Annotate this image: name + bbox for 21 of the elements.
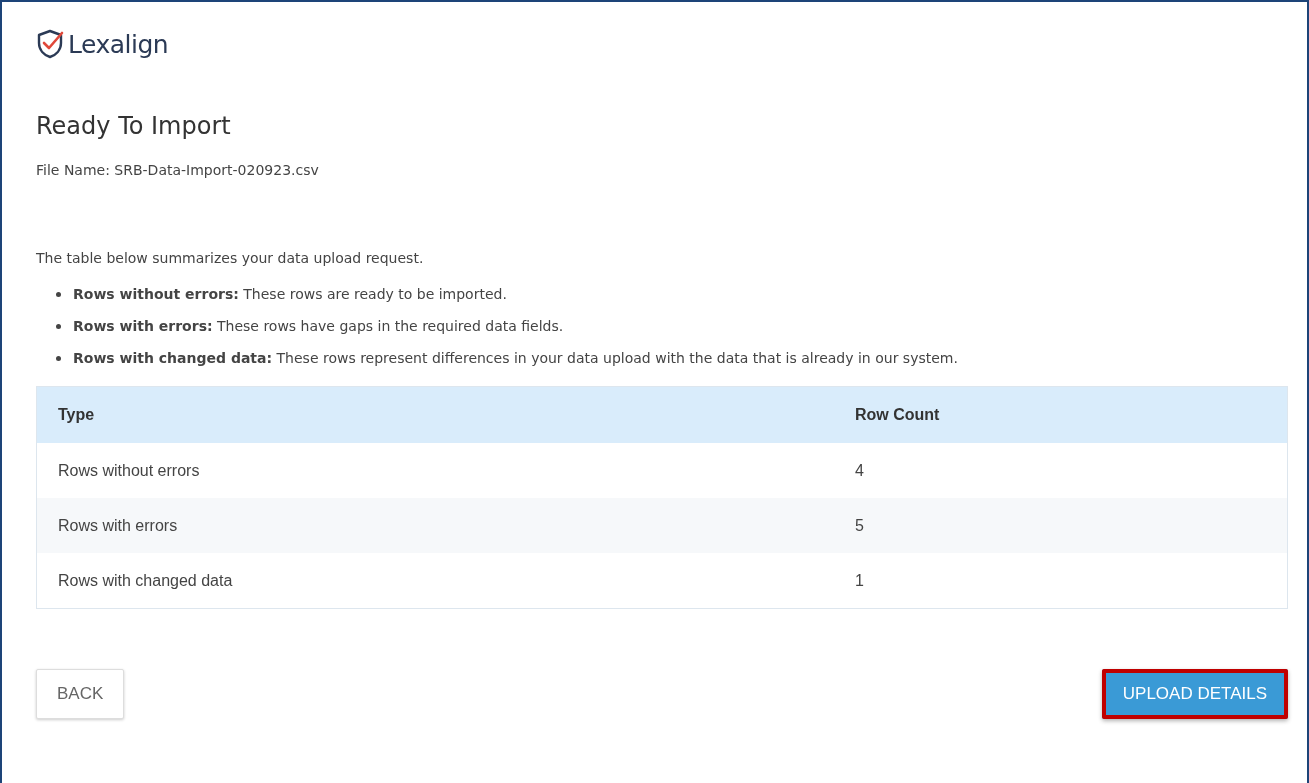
table-cell-text: 4 (855, 461, 865, 480)
logo-text: Lexalign (68, 29, 169, 59)
file-name: File Name: SRB-Data-Import-020923.csv (36, 162, 320, 178)
upload-details-button[interactable]: UPLOAD DETAILS (1101, 669, 1288, 719)
page-title: Ready To Import (36, 112, 232, 140)
table-cell-text: Rows without errors (57, 461, 201, 480)
bullet-icon (56, 355, 61, 361)
table-cell-text: 1 (855, 571, 865, 590)
bullet-text: Rows with errors: These rows have gaps in the required data fields. (73, 318, 564, 334)
bullet-text: Rows with changed data: These rows represent differences in your data upload with the data that is already in our system. (73, 350, 958, 366)
intro-text: The table below summarizes your data upload request. (36, 250, 425, 266)
table-cell-text: Rows with changed data (57, 571, 234, 590)
shield-check-icon (36, 29, 64, 59)
bullet-icon (56, 323, 61, 329)
column-header: Row Count (855, 406, 941, 424)
table-cell-text: 5 (855, 516, 865, 535)
bullet-text: Rows without errors: These rows are ready to be imported. (73, 286, 507, 302)
column-header: Type (57, 406, 96, 424)
back-button[interactable]: BACK (36, 669, 125, 719)
bullet-icon (56, 291, 61, 297)
table-cell-text: Rows with errors (57, 516, 179, 535)
